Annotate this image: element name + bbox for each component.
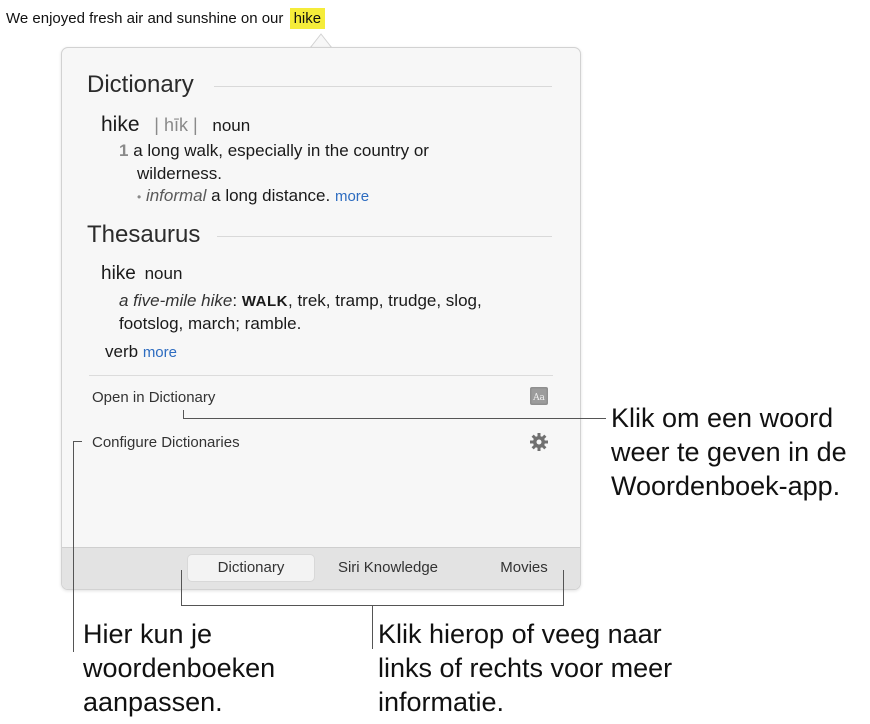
source-sentence: We enjoyed fresh air and sunshine on our…	[6, 8, 326, 29]
verb-label: verb	[105, 342, 139, 361]
sentence-text: We enjoyed fresh air and sunshine on our	[6, 10, 284, 27]
tab-movies[interactable]: Movies	[492, 555, 556, 581]
definition-continuation: wilderness.	[137, 164, 223, 183]
sub-sense-line: • informal a long distance. more	[137, 186, 369, 206]
svg-text:Aa: Aa	[532, 393, 545, 403]
highlighted-word[interactable]: hike	[289, 8, 326, 29]
callout-tabs-bracket-right	[563, 570, 564, 606]
dictionary-more-link[interactable]: more	[335, 188, 369, 205]
thesaurus-headword: hike	[101, 263, 136, 284]
callout-configure-line-2: woordenboeken	[83, 653, 276, 683]
callout-open-line-2: weer te geven in de	[611, 437, 847, 467]
callout-open-line-3: Woordenboek-app.	[611, 471, 841, 501]
callout-configure-text: Hier kun je woordenboeken aanpassen.	[83, 617, 275, 719]
callout-tabs-line-1: Klik hierop of veeg naar	[378, 619, 662, 649]
tab-dictionary[interactable]: Dictionary	[188, 555, 314, 581]
callout-tabs-line-2: links of rechts voor meer	[378, 653, 673, 683]
dictionary-app-icon[interactable]: Aa	[529, 386, 549, 406]
thesaurus-entry-header: hike noun	[101, 263, 182, 285]
tab-siri-knowledge[interactable]: Siri Knowledge	[326, 555, 450, 581]
callout-configure-tick	[73, 441, 82, 442]
lookup-popover: Dictionary hike | hīk | noun 1 a long wa…	[61, 47, 581, 590]
verb-line: verb more	[105, 342, 177, 362]
synonyms-continuation: footslog, march; ramble.	[119, 314, 302, 333]
thesaurus-part-of-speech: noun	[144, 264, 183, 283]
open-in-dictionary-link[interactable]: Open in Dictionary	[92, 389, 215, 406]
popover-arrow	[310, 33, 332, 48]
thesaurus-section-rule	[217, 236, 552, 237]
sub-sense-text: a long distance.	[211, 186, 331, 205]
callout-open-text: Klik om een woord weer te geven in de Wo…	[611, 401, 847, 503]
callout-tabs-line-3: informatie.	[378, 687, 505, 717]
source-tab-bar: Dictionary Siri Knowledge Movies	[62, 547, 580, 589]
pronunciation: | hīk |	[154, 115, 198, 135]
dictionary-entry-header: hike | hīk | noun	[101, 113, 250, 137]
dictionary-headword: hike	[101, 113, 140, 136]
callout-tabs-bracket-left	[181, 570, 182, 606]
footer-divider	[89, 375, 553, 376]
callout-tabs-text: Klik hierop of veeg naar links of rechts…	[378, 617, 672, 719]
example-colon: :	[232, 291, 238, 310]
callout-open-line	[183, 418, 606, 419]
callout-open-line-1: Klik om een woord	[611, 403, 834, 433]
synonyms-text: , trek, tramp, trudge, slog,	[288, 291, 482, 310]
configure-dictionaries-link[interactable]: Configure Dictionaries	[92, 434, 240, 451]
part-of-speech: noun	[212, 116, 251, 135]
callout-configure-line	[73, 441, 74, 652]
definition-text: a long walk, especially in the country o…	[133, 141, 429, 160]
callout-tabs-stem	[372, 605, 373, 649]
dictionary-section-title: Dictionary	[87, 71, 194, 98]
thesaurus-more-link[interactable]: more	[143, 344, 177, 361]
callout-configure-line-3: aanpassen.	[83, 687, 223, 717]
dictionary-section-rule	[214, 86, 552, 87]
example-phrase: a five-mile hike	[119, 291, 233, 310]
callout-configure-line-1: Hier kun je	[83, 619, 213, 649]
definition-line: 1 a long walk, especially in the country…	[119, 141, 429, 161]
synonyms-line: a five-mile hike: WALK, trek, tramp, tru…	[119, 291, 482, 311]
gear-icon[interactable]	[529, 432, 549, 452]
main-synonym: WALK	[241, 293, 289, 310]
register-label: informal	[145, 186, 207, 205]
thesaurus-section-title: Thesaurus	[87, 221, 201, 248]
sense-number: 1	[119, 141, 129, 160]
bullet: •	[137, 190, 142, 204]
